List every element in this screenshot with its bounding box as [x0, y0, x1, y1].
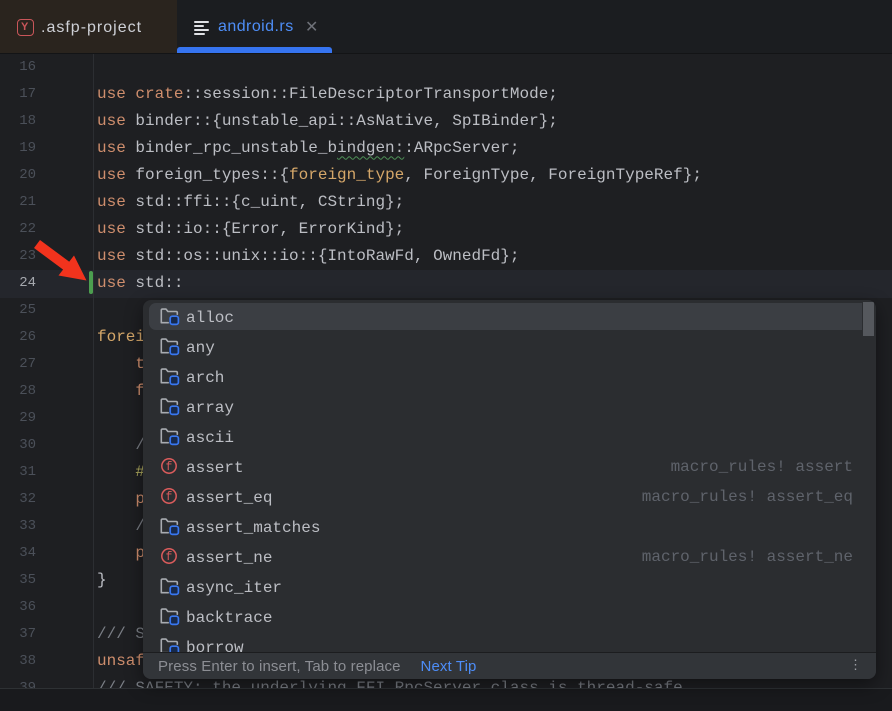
svg-text:f: f — [166, 551, 173, 564]
svg-text:f: f — [166, 461, 173, 474]
svg-text:f: f — [166, 491, 173, 504]
